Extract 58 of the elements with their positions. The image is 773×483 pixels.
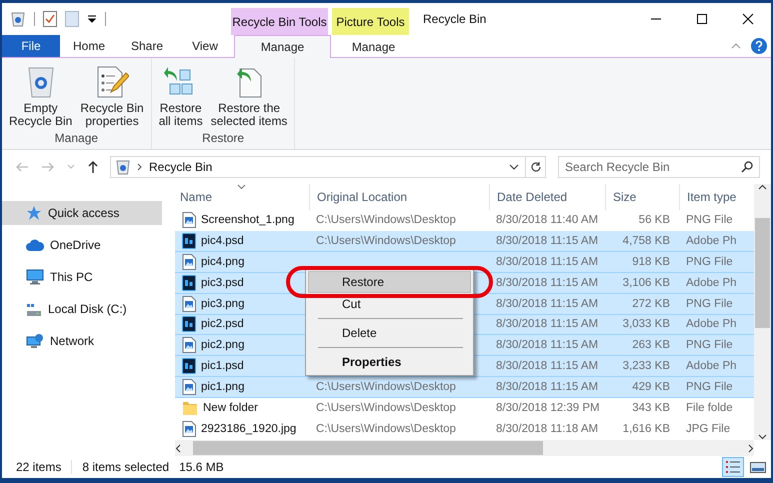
item-count: 22 items xyxy=(16,460,62,474)
date-deleted: 8/30/2018 11:15 AM xyxy=(496,276,598,289)
selection-size: 15.6 MB xyxy=(179,460,224,474)
file-name: New folder xyxy=(203,402,258,414)
date-deleted: 8/30/2018 11:15 AM xyxy=(496,256,598,268)
item-type: JPG File xyxy=(686,423,730,436)
item-type: PNG File xyxy=(686,339,733,352)
date-deleted: 8/30/2018 11:15 AM xyxy=(496,381,598,394)
date-deleted: 8/30/2018 11:15 AM xyxy=(496,298,598,310)
item-type: Adobe Ph xyxy=(686,318,737,330)
original-location: C:\Users\Windows\Desktop xyxy=(316,381,456,394)
file-size: 343 KB xyxy=(632,402,670,414)
file-size: 56 KB xyxy=(638,214,670,226)
item-type: Adobe Ph xyxy=(686,360,737,372)
item-type: PNG File xyxy=(686,381,733,394)
group-label: Manage xyxy=(54,131,100,147)
item-type: File folde xyxy=(686,402,733,414)
original-location: C:\Users\Windows\Desktop xyxy=(316,423,456,436)
date-deleted: 8/30/2018 11:15 AM xyxy=(496,339,598,352)
address-path: Recycle Bin xyxy=(149,160,214,174)
file-size: 3,106 KB xyxy=(622,276,670,289)
date-deleted: 8/30/2018 11:18 AM xyxy=(496,423,598,436)
date-deleted: 8/30/2018 11:15 AM xyxy=(496,318,598,330)
file-name: pic1.psd xyxy=(201,360,244,372)
date-deleted: 8/30/2018 11:15 AM xyxy=(496,360,598,372)
original-location: C:\Users\Windows\Desktop xyxy=(316,214,456,226)
file-size: 429 KB xyxy=(632,381,670,394)
date-deleted: 8/30/2018 12:39 PM xyxy=(496,402,600,414)
window-title: Recycle Bin xyxy=(423,11,486,28)
file-name: pic2.png xyxy=(201,339,244,352)
group-label: Restore xyxy=(201,131,246,147)
contextual-tab-header: Recycle Bin Tools xyxy=(231,8,328,35)
file-size: 272 KB xyxy=(632,298,670,310)
date-deleted: 8/30/2018 11:15 AM xyxy=(496,234,598,247)
file-size: 1,616 KB xyxy=(622,423,670,436)
file-name: pic4.psd xyxy=(201,234,244,247)
item-type: PNG File xyxy=(686,298,733,310)
date-deleted: 8/30/2018 11:40 AM xyxy=(496,214,598,226)
file-name: pic2.psd xyxy=(201,318,244,330)
file-name: pic1.png xyxy=(201,381,244,394)
file-name: pic3.psd xyxy=(201,276,244,289)
contextual-tab-header: Picture Tools xyxy=(332,8,409,35)
file-name: 2923186_1920.jpg xyxy=(201,423,296,436)
item-type: PNG File xyxy=(686,256,733,268)
file-size: 3,033 KB xyxy=(622,318,670,330)
file-size: 918 KB xyxy=(632,256,670,268)
original-location: C:\Users\Windows\Desktop xyxy=(316,402,456,414)
item-type: PNG File xyxy=(686,214,733,226)
file-name: Screenshot_1.png xyxy=(201,214,294,226)
file-size: 3,233 KB xyxy=(622,360,670,372)
file-size: 263 KB xyxy=(632,339,670,352)
file-name: pic3.png xyxy=(201,298,244,310)
original-location: C:\Users\Windows\Desktop xyxy=(316,234,456,247)
item-type: Adobe Ph xyxy=(686,276,737,289)
file-name: pic4.png xyxy=(201,256,244,268)
file-size: 4,758 KB xyxy=(622,234,670,247)
selection-count: 8 items selected xyxy=(82,460,170,474)
item-type: Adobe Ph xyxy=(686,234,737,247)
